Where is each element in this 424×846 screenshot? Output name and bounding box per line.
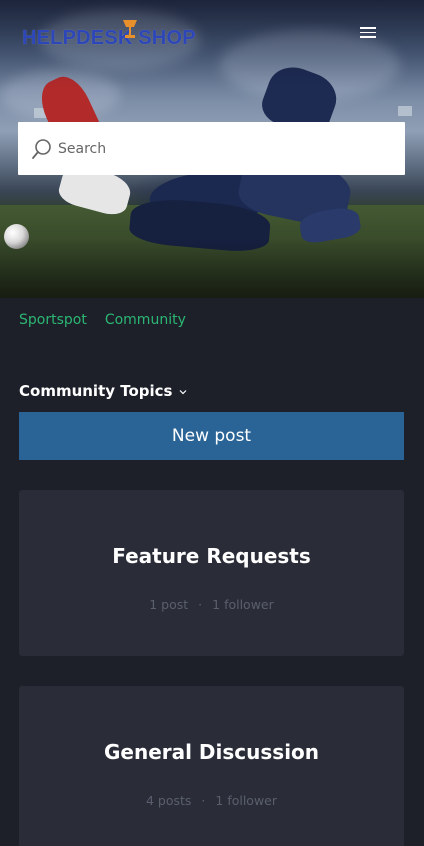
topics-label: Community Topics <box>19 382 173 400</box>
chevron-down-icon <box>179 390 186 395</box>
topics-dropdown[interactable]: Community Topics <box>19 382 187 400</box>
post-count: 4 posts <box>145 793 192 808</box>
breadcrumb-item-community[interactable]: Community <box>105 312 186 328</box>
search-bar <box>18 122 405 175</box>
topic-title: Feature Requests <box>112 544 311 568</box>
hero-banner: HELPDESK SHOP <box>0 0 424 298</box>
post-count: 1 post <box>149 597 189 612</box>
topic-meta: 1 post · 1 follower <box>19 597 404 612</box>
meta-separator: · <box>198 597 203 612</box>
logo-text: HELPDESK SHOP <box>22 26 196 49</box>
topic-card-general-discussion[interactable]: General Discussion 4 posts · 1 follower <box>19 686 404 846</box>
topic-title: General Discussion <box>103 740 320 764</box>
lamp-icon <box>123 20 137 38</box>
topic-card-feature-requests[interactable]: Feature Requests 1 post · 1 follower <box>19 490 404 656</box>
meta-separator: · <box>201 793 206 808</box>
new-post-button[interactable]: New post <box>19 412 404 460</box>
search-icon[interactable] <box>31 138 53 160</box>
logo[interactable]: HELPDESK SHOP <box>22 18 196 50</box>
follower-count: 1 follower <box>215 793 278 808</box>
search-input[interactable] <box>58 122 398 175</box>
hamburger-menu-icon[interactable] <box>360 27 376 40</box>
topic-meta: 4 posts · 1 follower <box>19 793 404 808</box>
breadcrumb-item-sportspot[interactable]: Sportspot <box>19 312 87 328</box>
follower-count: 1 follower <box>212 597 274 612</box>
breadcrumb: Sportspot Community <box>19 312 186 328</box>
